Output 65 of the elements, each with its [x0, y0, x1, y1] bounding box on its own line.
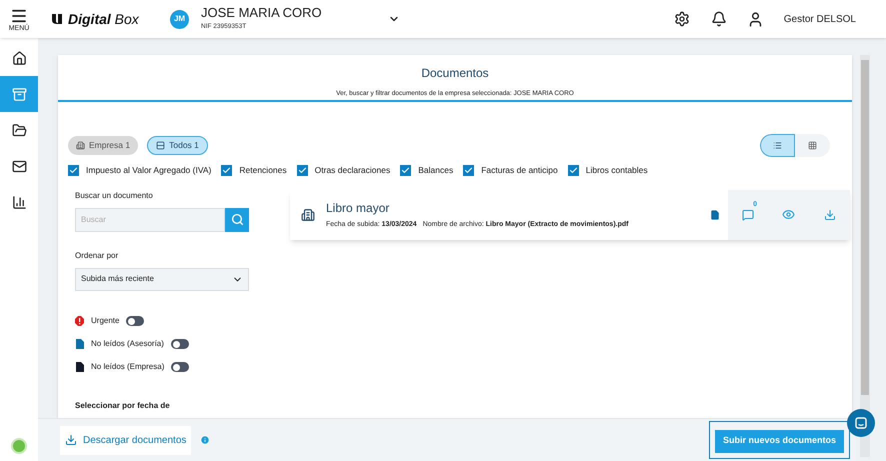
archive-icon [12, 86, 26, 102]
check-icon [69, 166, 78, 175]
check-icon [298, 166, 307, 175]
mail-icon [12, 158, 26, 174]
grid-icon [808, 141, 817, 150]
checkbox-label: Facturas de anticipo [481, 164, 558, 177]
chart-icon [12, 194, 26, 210]
toggle-switch[interactable] [126, 316, 144, 326]
checkbox[interactable] [221, 164, 232, 176]
comment-icon [742, 208, 754, 221]
document-title: Libro mayor [326, 200, 390, 217]
building-icon [301, 208, 315, 222]
document-icon [76, 339, 84, 350]
sort-label: Ordenar por [75, 250, 120, 262]
brand-name: Digital Box [68, 10, 139, 29]
checkbox-label: Otras declaraciones [314, 164, 390, 177]
user-name: Gestor DELSOL [784, 12, 856, 26]
checkbox[interactable] [568, 164, 579, 176]
sort-select[interactable]: Subida más reciente [75, 268, 249, 291]
filter-chip[interactable]: Todos 1 [147, 136, 208, 155]
download-icon[interactable] [824, 208, 836, 221]
company-name: JOSE MARIA CORO [201, 6, 323, 20]
toggle-switch[interactable] [170, 339, 189, 350]
company-avatar: JM [170, 10, 189, 28]
view-option[interactable] [760, 134, 795, 157]
checkbox[interactable] [400, 164, 412, 176]
alert-icon [75, 316, 84, 326]
list-icon [773, 141, 782, 150]
checkbox[interactable] [463, 164, 474, 176]
building-icon [76, 141, 85, 150]
checkbox-label: Retenciones [239, 164, 287, 177]
toggle-label: No leídos (Asesoría) [91, 338, 164, 350]
folder-icon [12, 122, 26, 138]
checkbox-label: Libros contables [586, 164, 648, 177]
info-icon[interactable] [200, 435, 210, 445]
checkbox-label: Impuesto al Valor Agregado (IVA) [86, 164, 212, 177]
checkbox-label: Balances [418, 164, 454, 177]
page-title: Documentos [421, 65, 489, 82]
filter-chip[interactable]: Empresa 1 [68, 136, 138, 155]
date-filter-label: Seleccionar por fecha de [75, 400, 171, 412]
view-icon[interactable] [782, 208, 796, 222]
chat-icon [855, 417, 867, 429]
toggle-label: Urgente [91, 315, 120, 328]
search-field[interactable]: Buscar [75, 208, 225, 232]
check-icon [568, 166, 578, 175]
download-documents-button[interactable]: Descargar documentos [60, 426, 192, 454]
document-icon [76, 362, 84, 372]
check-icon [401, 166, 410, 175]
file-icon [710, 210, 720, 220]
search-button[interactable] [225, 208, 249, 232]
rows-icon [156, 141, 166, 150]
download-icon [65, 434, 77, 446]
logo-icon [52, 13, 64, 25]
toggle-label: No leídos (Empresa) [91, 361, 164, 374]
settings-icon[interactable] [674, 11, 690, 27]
checkbox[interactable] [68, 164, 79, 176]
checkbox[interactable] [296, 164, 308, 176]
check-icon [464, 166, 474, 175]
search-icon [230, 213, 244, 226]
notification-icon[interactable] [710, 11, 727, 27]
toggle-switch[interactable] [171, 362, 190, 372]
status-icon[interactable] [11, 438, 27, 454]
check-icon [222, 166, 232, 175]
home-icon [12, 50, 26, 66]
search-label: Buscar un documento [75, 190, 154, 202]
